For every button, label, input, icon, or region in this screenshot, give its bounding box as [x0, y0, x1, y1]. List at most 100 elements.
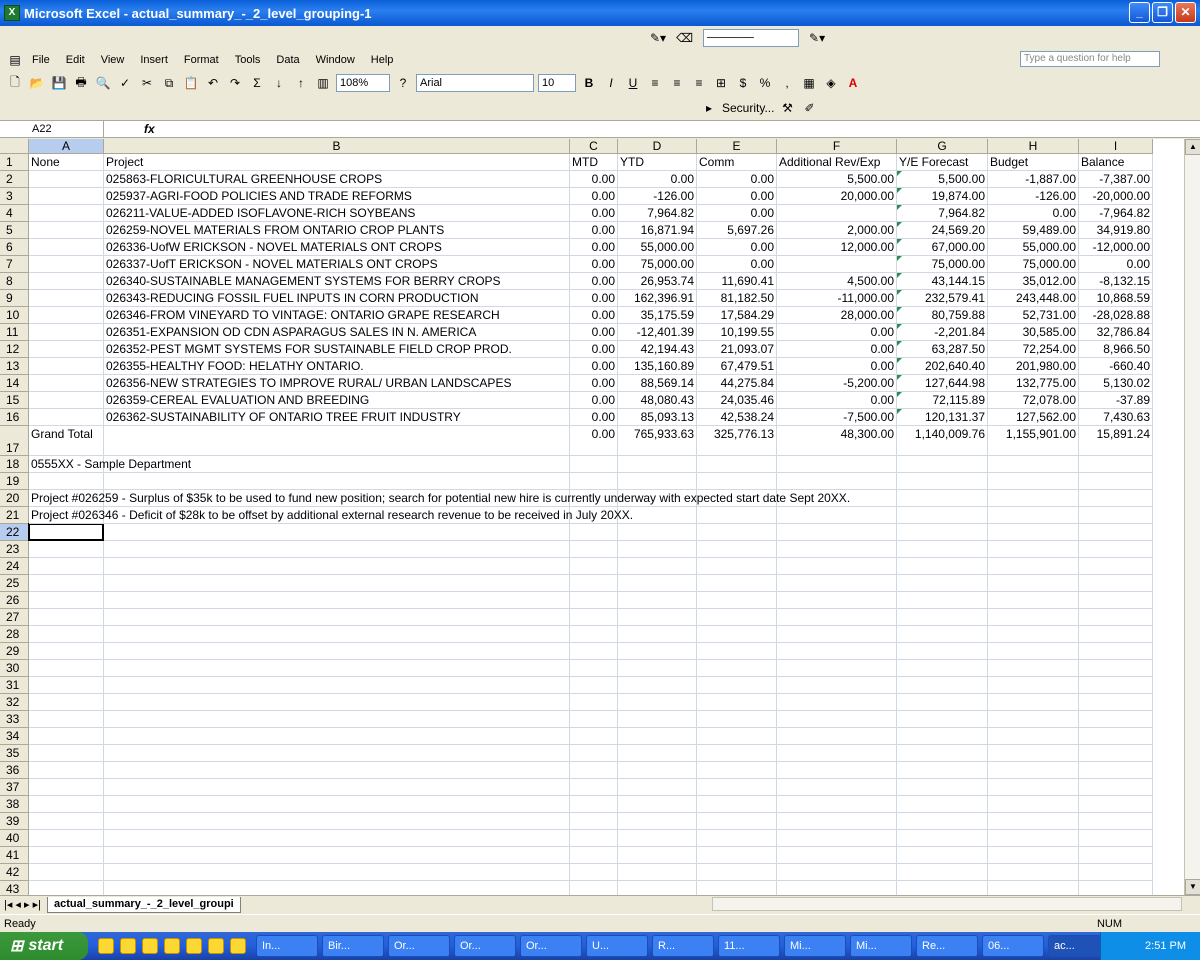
cell-e16[interactable]: 42,538.24	[697, 409, 777, 426]
cell-f1[interactable]: Additional Rev/Exp	[777, 154, 897, 171]
cell-f41[interactable]	[777, 847, 897, 864]
cell-h36[interactable]	[988, 762, 1079, 779]
workbook-icon[interactable]: ▤	[6, 51, 24, 69]
row-header[interactable]: 13	[0, 358, 29, 375]
cell-h12[interactable]: 72,254.00	[988, 341, 1079, 358]
cell-b39[interactable]	[104, 813, 570, 830]
row-header[interactable]: 1	[0, 154, 29, 171]
cell-i36[interactable]	[1079, 762, 1153, 779]
cell-d17[interactable]: 765,933.63	[618, 426, 697, 456]
menu-edit[interactable]: Edit	[58, 54, 93, 66]
cell-d28[interactable]	[618, 626, 697, 643]
cell-b33[interactable]	[104, 711, 570, 728]
preview-icon[interactable]: 🔍	[94, 74, 112, 92]
design-mode-icon[interactable]: ✐	[800, 99, 818, 117]
cell-d25[interactable]	[618, 575, 697, 592]
pen-icon[interactable]: ✎▾	[650, 31, 666, 45]
cell-g25[interactable]	[897, 575, 988, 592]
row-header[interactable]: 12	[0, 341, 29, 358]
cell-g33[interactable]	[897, 711, 988, 728]
menu-file[interactable]: File	[24, 54, 58, 66]
cell-h21[interactable]	[988, 507, 1079, 524]
column-header-a[interactable]: A	[29, 139, 104, 154]
cell-h20[interactable]	[988, 490, 1079, 507]
scroll-down-icon[interactable]: ▼	[1185, 879, 1200, 895]
taskbar-button[interactable]: 11...	[718, 935, 780, 957]
cell-f3[interactable]: 20,000.00	[777, 188, 897, 205]
column-header-e[interactable]: E	[697, 139, 777, 154]
cell-i4[interactable]: -7,964.82	[1079, 205, 1153, 222]
cell-d30[interactable]	[618, 660, 697, 677]
taskbar-button[interactable]: Mi...	[850, 935, 912, 957]
cell-b37[interactable]	[104, 779, 570, 796]
cell-g18[interactable]	[897, 456, 988, 473]
cell-c8[interactable]: 0.00	[570, 273, 618, 290]
cell-e9[interactable]: 81,182.50	[697, 290, 777, 307]
cell-g3[interactable]: 19,874.00	[897, 188, 988, 205]
cell-h19[interactable]	[988, 473, 1079, 490]
cell-i40[interactable]	[1079, 830, 1153, 847]
taskbar-button[interactable]: R...	[652, 935, 714, 957]
cell-a22[interactable]	[29, 524, 104, 541]
ie-icon[interactable]	[98, 938, 114, 954]
cell-f27[interactable]	[777, 609, 897, 626]
cell-f36[interactable]	[777, 762, 897, 779]
cell-a4[interactable]	[29, 205, 104, 222]
cell-c5[interactable]: 0.00	[570, 222, 618, 239]
cell-h28[interactable]	[988, 626, 1079, 643]
cell-f16[interactable]: -7,500.00	[777, 409, 897, 426]
cell-e18[interactable]	[697, 456, 777, 473]
cell-c33[interactable]	[570, 711, 618, 728]
cell-b36[interactable]	[104, 762, 570, 779]
fx-icon[interactable]: fx	[144, 122, 155, 136]
cell-e3[interactable]: 0.00	[697, 188, 777, 205]
cell-a2[interactable]	[29, 171, 104, 188]
cell-b12[interactable]: 026352-PEST MGMT SYSTEMS FOR SUSTAINABLE…	[104, 341, 570, 358]
cell-d42[interactable]	[618, 864, 697, 881]
cell-d23[interactable]	[618, 541, 697, 558]
cell-g20[interactable]	[897, 490, 988, 507]
cell-a13[interactable]	[29, 358, 104, 375]
cell-h30[interactable]	[988, 660, 1079, 677]
cell-h34[interactable]	[988, 728, 1079, 745]
fill-color-icon[interactable]: ◈	[822, 74, 840, 92]
cell-e36[interactable]	[697, 762, 777, 779]
cell-d40[interactable]	[618, 830, 697, 847]
cell-e8[interactable]: 11,690.41	[697, 273, 777, 290]
cell-a38[interactable]	[29, 796, 104, 813]
cell-e39[interactable]	[697, 813, 777, 830]
cell-d8[interactable]: 26,953.74	[618, 273, 697, 290]
cell-d37[interactable]	[618, 779, 697, 796]
cell-d9[interactable]: 162,396.91	[618, 290, 697, 307]
cell-h15[interactable]: 72,078.00	[988, 392, 1079, 409]
cell-b1[interactable]: Project	[104, 154, 570, 171]
cell-e23[interactable]	[697, 541, 777, 558]
cell-g29[interactable]	[897, 643, 988, 660]
cell-d18[interactable]	[618, 456, 697, 473]
cell-h1[interactable]: Budget	[988, 154, 1079, 171]
cell-i2[interactable]: -7,387.00	[1079, 171, 1153, 188]
help-icon[interactable]: ?	[394, 74, 412, 92]
cell-f29[interactable]	[777, 643, 897, 660]
cell-c31[interactable]	[570, 677, 618, 694]
line-color-icon[interactable]: ✎▾	[809, 31, 825, 45]
cell-c28[interactable]	[570, 626, 618, 643]
row-header[interactable]: 14	[0, 375, 29, 392]
row-header[interactable]: 26	[0, 592, 29, 609]
row-header[interactable]: 24	[0, 558, 29, 575]
cell-d38[interactable]	[618, 796, 697, 813]
cell-i26[interactable]	[1079, 592, 1153, 609]
row-header[interactable]: 38	[0, 796, 29, 813]
cell-h14[interactable]: 132,775.00	[988, 375, 1079, 392]
cell-e27[interactable]	[697, 609, 777, 626]
cell-h31[interactable]	[988, 677, 1079, 694]
cell-f25[interactable]	[777, 575, 897, 592]
cell-h4[interactable]: 0.00	[988, 205, 1079, 222]
cell-a17[interactable]: Grand Total	[29, 426, 104, 456]
cell-g26[interactable]	[897, 592, 988, 609]
row-header[interactable]: 15	[0, 392, 29, 409]
cell-c17[interactable]: 0.00	[570, 426, 618, 456]
row-header[interactable]: 8	[0, 273, 29, 290]
cell-a21[interactable]: Project #026346 - Deficit of $28k to be …	[29, 507, 633, 524]
cell-e35[interactable]	[697, 745, 777, 762]
